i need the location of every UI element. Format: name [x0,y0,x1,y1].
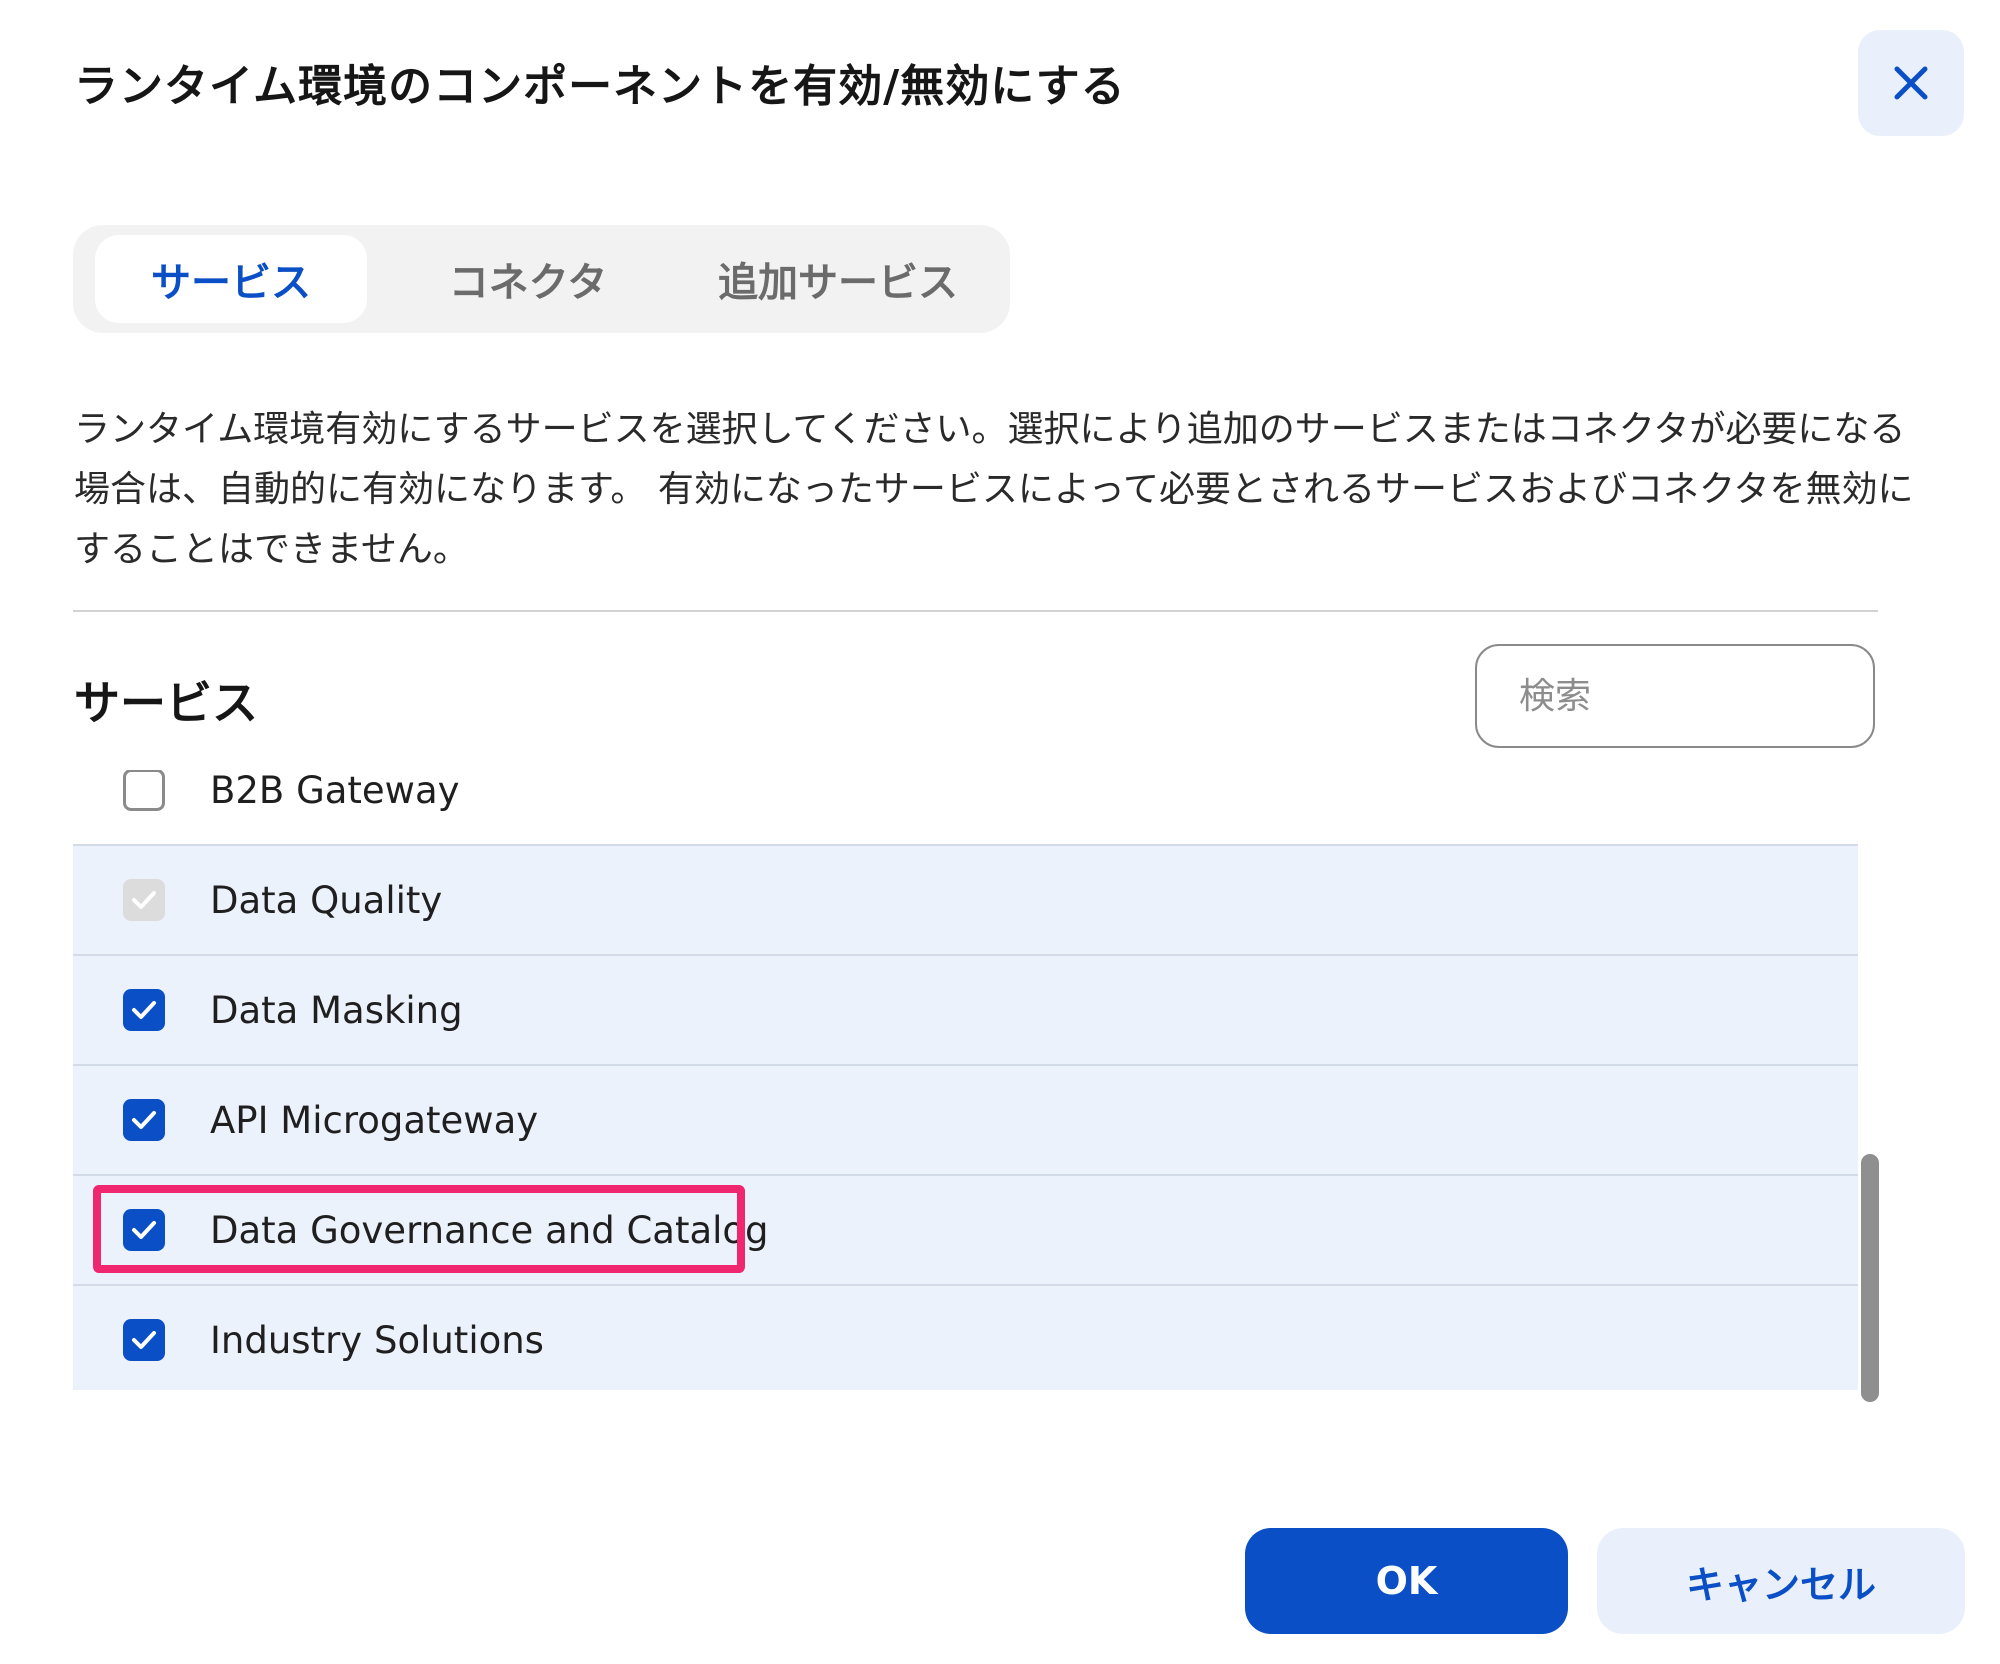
list-item-b2b-gateway[interactable]: B2B Gateway [73,770,1858,846]
checkbox[interactable] [123,1099,165,1141]
tab-services[interactable]: サービス [95,235,367,323]
search-input[interactable] [1475,644,1875,748]
checkbox[interactable] [123,989,165,1031]
check-icon [132,1111,156,1129]
list-item-data-governance-and-catalog[interactable]: Data Governance and Catalog [73,1176,1858,1286]
checkbox[interactable] [123,770,165,811]
cancel-button[interactable]: キャンセル [1597,1528,1965,1634]
tab-additional-services[interactable]: 追加サービス [683,235,993,323]
list-item-label: Data Masking [210,988,463,1032]
scrollbar-thumb[interactable] [1861,1154,1879,1402]
section-title: サービス [74,676,258,730]
divider [73,610,1878,612]
tab-bar: サービス コネクタ 追加サービス [73,225,1010,333]
list-item-label: Data Governance and Catalog [210,1208,769,1252]
check-icon [132,1331,156,1349]
tab-connectors[interactable]: コネクタ [393,235,663,323]
description-text: ランタイム環境有効にするサービスを選択してください。選択により追加のサービスまた… [74,409,1914,570]
service-list: B2B Gateway Data Quality Data Masking AP… [73,770,1858,1390]
list-item-label: API Microgateway [210,1098,539,1142]
close-button[interactable] [1858,30,1964,136]
check-icon [132,1221,156,1239]
list-item-label: Industry Solutions [210,1318,544,1362]
check-icon [132,891,156,909]
checkbox[interactable] [123,1319,165,1361]
list-item-label: Data Quality [210,878,443,922]
list-item-api-microgateway[interactable]: API Microgateway [73,1066,1858,1176]
ok-button[interactable]: OK [1245,1528,1568,1634]
list-item-label: B2B Gateway [210,770,460,812]
checkbox[interactable] [123,1209,165,1251]
list-item-data-quality: Data Quality [73,846,1858,956]
check-icon [132,1001,156,1019]
list-item-industry-solutions[interactable]: Industry Solutions [73,1286,1858,1390]
dialog-title: ランタイム環境のコンポーネントを有効/無効にする [74,61,1126,112]
checkbox-disabled [123,879,165,921]
list-item-data-masking[interactable]: Data Masking [73,956,1858,1066]
close-icon [1894,66,1928,100]
